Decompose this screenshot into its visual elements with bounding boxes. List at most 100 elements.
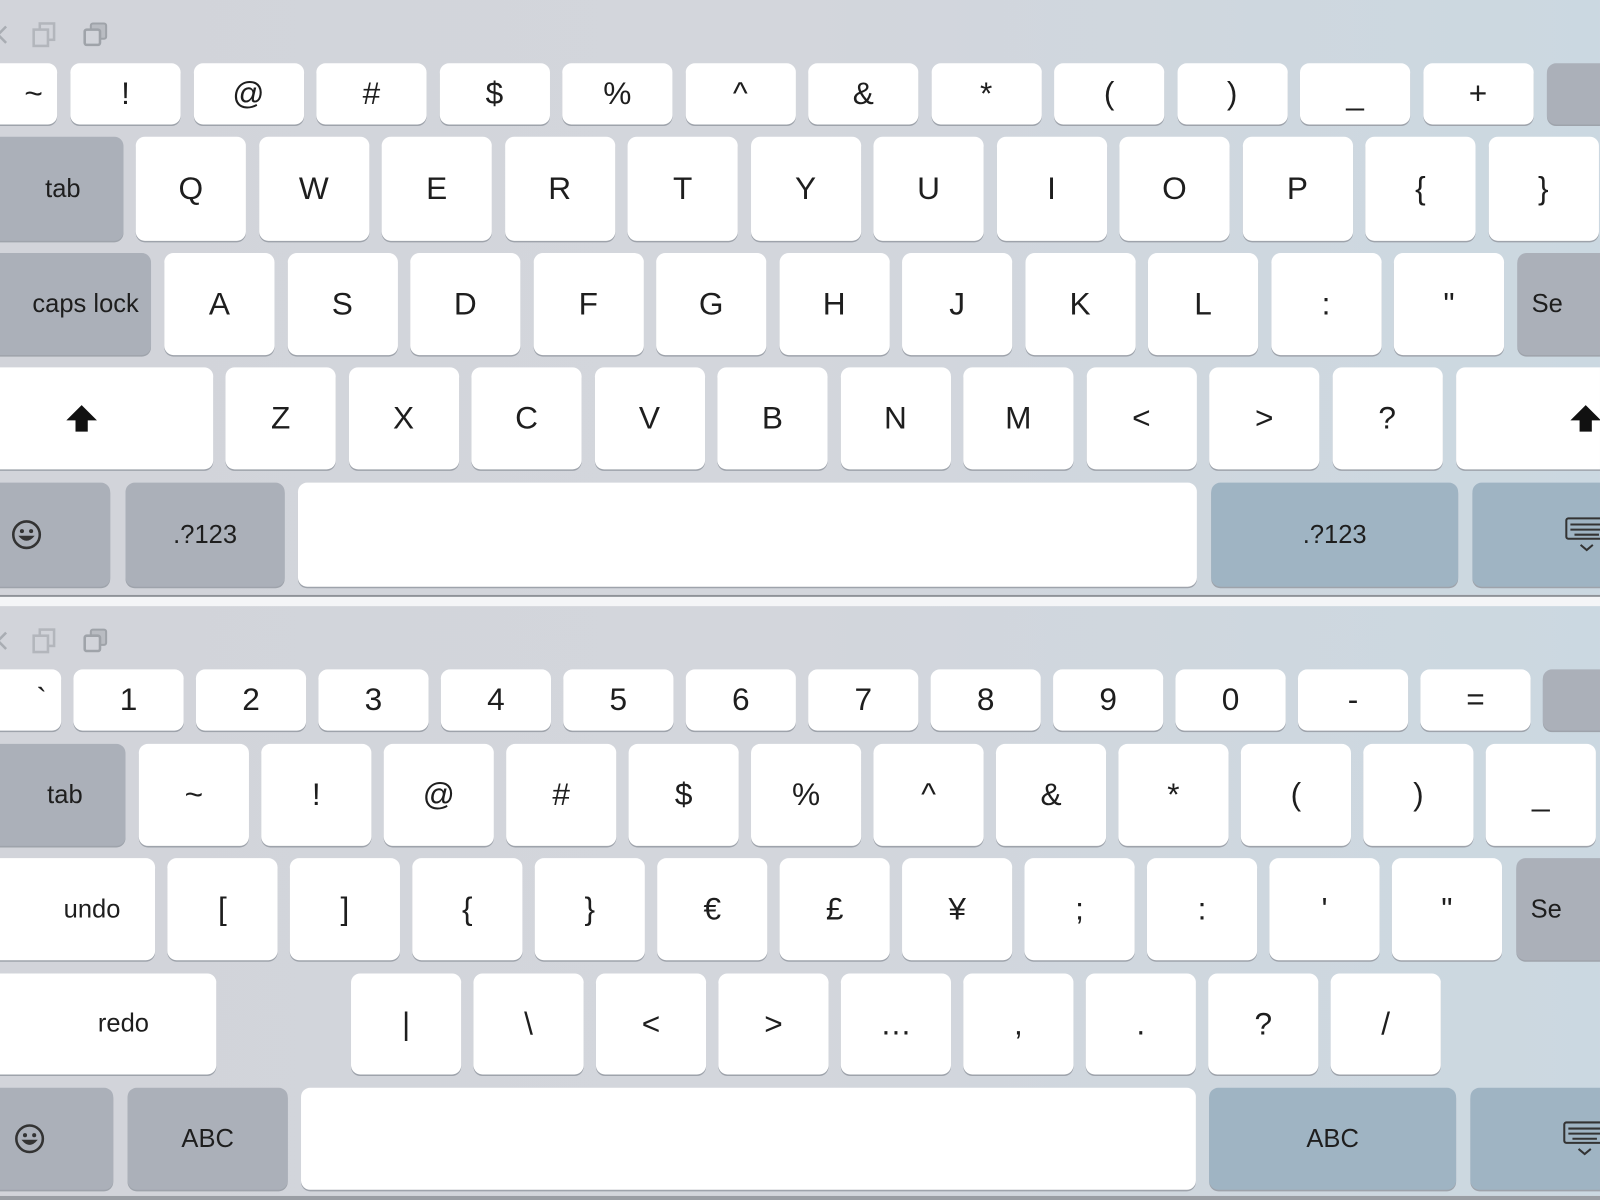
key-redo[interactable]: redo: [0, 973, 217, 1075]
key-123[interactable]: .?123: [125, 482, 285, 587]
key-symbol[interactable]: |: [351, 973, 462, 1075]
key-symbol[interactable]: /: [1330, 973, 1441, 1075]
key-f[interactable]: F: [533, 253, 644, 356]
key-symbol[interactable]: ?: [1208, 973, 1319, 1075]
key-s[interactable]: S: [287, 253, 398, 356]
key-symbol[interactable]: =: [1420, 669, 1531, 731]
key-symbol[interactable]: #: [316, 63, 427, 125]
key-q[interactable]: Q: [135, 136, 246, 241]
key-symbol[interactable]: ): [1177, 63, 1288, 125]
key-w[interactable]: W: [258, 136, 369, 241]
key-r[interactable]: R: [504, 136, 615, 241]
key-1[interactable]: 1: [73, 669, 184, 731]
emoji-key[interactable]: [0, 1087, 114, 1190]
key-symbol[interactable]: \: [473, 973, 584, 1075]
key-symbol[interactable]: ,: [963, 973, 1074, 1075]
key-symbol[interactable]: ~: [138, 743, 249, 846]
shift-key[interactable]: [0, 367, 214, 470]
key-2[interactable]: 2: [195, 669, 307, 731]
key-tab[interactable]: tab: [0, 743, 126, 846]
paste-icon[interactable]: [82, 627, 111, 656]
hide-keyboard-key[interactable]: [1470, 1087, 1600, 1190]
key-se[interactable]: Se: [1517, 253, 1600, 356]
key-5[interactable]: 5: [563, 669, 674, 731]
key-7[interactable]: 7: [808, 669, 919, 731]
key-symbol[interactable]: .: [1085, 973, 1196, 1075]
key-123[interactable]: .?123: [1211, 482, 1459, 587]
copy-icon[interactable]: [31, 20, 60, 49]
key-symbol[interactable]: <: [595, 973, 707, 1075]
key-l[interactable]: L: [1147, 253, 1259, 356]
key-symbol[interactable]: (: [1240, 743, 1352, 846]
key-abc[interactable]: ABC: [127, 1087, 288, 1190]
key-n[interactable]: N: [840, 367, 951, 470]
key-symbol[interactable]: -: [1297, 669, 1409, 731]
key-se[interactable]: Se: [1516, 858, 1600, 961]
key-symbol[interactable]: +: [1422, 63, 1534, 125]
key-j[interactable]: J: [902, 253, 1013, 356]
key-symbol[interactable]: £: [779, 858, 890, 961]
key-a[interactable]: A: [164, 253, 275, 356]
key-symbol[interactable]: (: [1054, 63, 1165, 125]
key-symbol[interactable]: ^: [873, 743, 984, 846]
delete-key[interactable]: [1542, 669, 1600, 731]
key-0[interactable]: 0: [1175, 669, 1286, 731]
key-symbol[interactable]: {: [412, 858, 523, 961]
key-o[interactable]: O: [1119, 136, 1230, 241]
space-key[interactable]: [301, 1087, 1196, 1190]
key-v[interactable]: V: [594, 367, 705, 470]
key-symbol[interactable]: ?: [1332, 367, 1443, 470]
key-e[interactable]: E: [381, 136, 492, 241]
key-i[interactable]: I: [996, 136, 1107, 241]
space-key[interactable]: [297, 482, 1197, 587]
key-symbol[interactable]: ¥: [902, 858, 1013, 961]
key-symbol[interactable]: }: [534, 858, 645, 961]
key-symbol[interactable]: &: [995, 743, 1107, 846]
key-c[interactable]: C: [471, 367, 582, 470]
emoji-key[interactable]: [0, 482, 111, 587]
key-z[interactable]: Z: [225, 367, 336, 470]
key-y[interactable]: Y: [750, 136, 861, 241]
key-g[interactable]: G: [656, 253, 767, 356]
key-symbol[interactable]: _: [1299, 63, 1411, 125]
key-symbol[interactable]: ;: [1024, 858, 1135, 961]
back-icon[interactable]: [0, 629, 10, 653]
key-symbol[interactable]: $: [439, 63, 550, 125]
key-4[interactable]: 4: [440, 669, 552, 731]
key-capslock[interactable]: caps lock: [0, 253, 152, 356]
hide-keyboard-key[interactable]: [1472, 482, 1600, 587]
paste-icon[interactable]: [82, 20, 111, 49]
key-symbol[interactable]: }: [1488, 136, 1599, 241]
key-symbol[interactable]: …: [840, 973, 952, 1075]
delete-key[interactable]: [1546, 63, 1600, 125]
key-p[interactable]: P: [1242, 136, 1353, 241]
key-3[interactable]: 3: [318, 669, 429, 731]
key-symbol[interactable]: !: [70, 63, 181, 125]
key-symbol[interactable]: [: [167, 858, 278, 961]
key-symbol[interactable]: <: [1086, 367, 1197, 470]
key-symbol[interactable]: *: [1118, 743, 1229, 846]
key-b[interactable]: B: [717, 367, 828, 470]
key-x[interactable]: X: [348, 367, 459, 470]
key-symbol[interactable]: ^: [685, 63, 796, 125]
key-m[interactable]: M: [963, 367, 1074, 470]
key-symbol[interactable]: ~: [0, 63, 58, 125]
key-symbol[interactable]: %: [562, 63, 673, 125]
key-symbol[interactable]: #: [506, 743, 617, 846]
copy-icon[interactable]: [31, 627, 60, 656]
key-t[interactable]: T: [627, 136, 738, 241]
key-symbol[interactable]: %: [751, 743, 862, 846]
back-icon[interactable]: [0, 22, 10, 46]
key-symbol[interactable]: _: [1485, 743, 1596, 846]
key-symbol[interactable]: >: [718, 973, 829, 1075]
key-symbol[interactable]: :: [1146, 858, 1258, 961]
key-symbol[interactable]: ): [1363, 743, 1474, 846]
key-symbol[interactable]: {: [1365, 136, 1476, 241]
key-symbol[interactable]: &: [808, 63, 919, 125]
key-symbol[interactable]: `: [0, 669, 62, 731]
key-symbol[interactable]: ": [1391, 858, 1503, 961]
key-undo[interactable]: undo: [0, 858, 156, 961]
key-tab[interactable]: tab: [0, 136, 124, 241]
key-symbol[interactable]: ': [1269, 858, 1380, 961]
key-symbol[interactable]: ": [1393, 253, 1505, 356]
